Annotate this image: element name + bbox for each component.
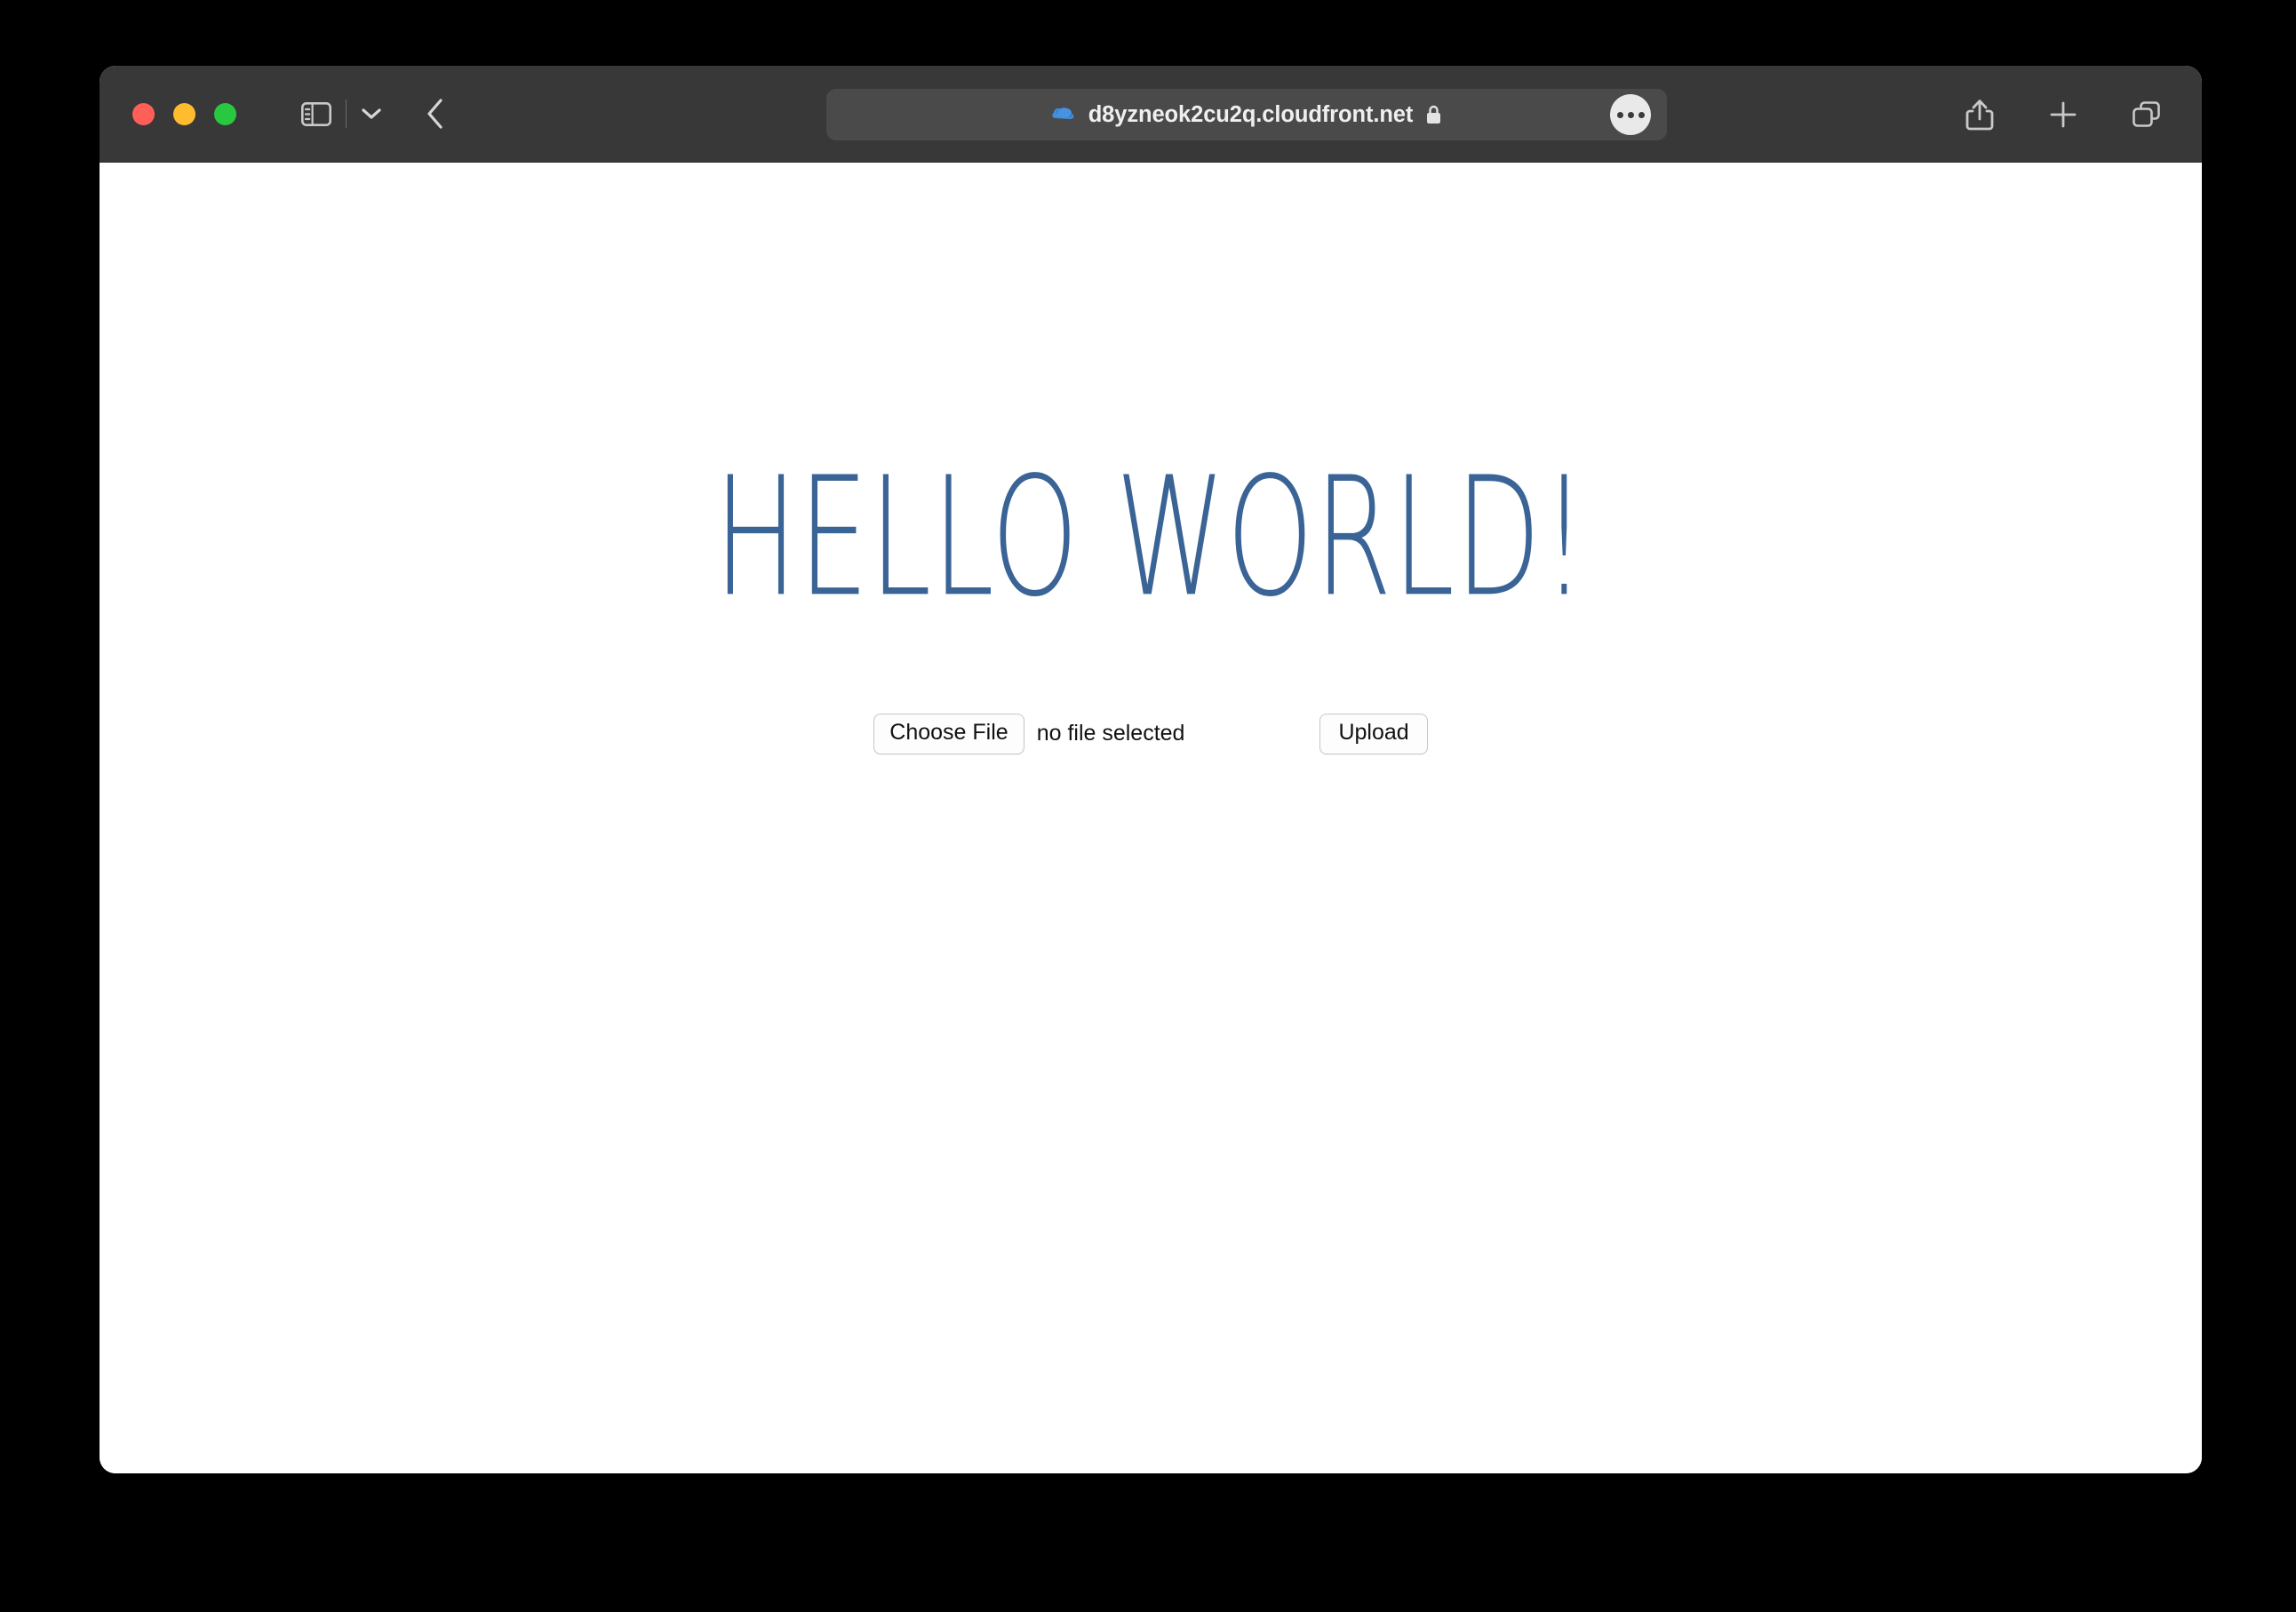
window-controls bbox=[132, 102, 236, 125]
ellipsis-dot bbox=[1627, 111, 1634, 118]
page-title: HELLO WORLD! bbox=[714, 443, 1588, 634]
maximize-window-button[interactable] bbox=[214, 102, 236, 125]
address-bar-content: d8yzneok2cu2q.cloudfront.net bbox=[1050, 102, 1444, 128]
file-input[interactable]: Choose File no file selected bbox=[873, 714, 1184, 754]
toolbar-right-actions bbox=[1957, 66, 2170, 163]
file-status-text: no file selected bbox=[1036, 721, 1185, 746]
minimize-window-button[interactable] bbox=[173, 102, 195, 125]
browser-window: d8yzneok2cu2q.cloudfront.net HELLO WORLD… bbox=[100, 66, 2202, 1473]
cloudfront-favicon bbox=[1051, 107, 1074, 119]
upload-button[interactable]: Upload bbox=[1319, 714, 1428, 754]
toolbar-divider bbox=[346, 100, 347, 128]
upload-form: Choose File no file selected Upload bbox=[100, 714, 2202, 754]
tab-overview-icon[interactable] bbox=[2124, 92, 2170, 138]
page-menu-button[interactable] bbox=[1610, 94, 1651, 135]
lock-icon bbox=[1427, 105, 1441, 124]
plus-icon[interactable] bbox=[2040, 92, 2086, 138]
back-button[interactable] bbox=[411, 90, 460, 138]
address-bar[interactable]: d8yzneok2cu2q.cloudfront.net bbox=[826, 89, 1667, 140]
choose-file-button[interactable]: Choose File bbox=[873, 714, 1024, 754]
page-content: HELLO WORLD! Choose File no file selecte… bbox=[100, 163, 2202, 1473]
sidebar-icon[interactable] bbox=[292, 90, 340, 138]
chevron-down-icon[interactable] bbox=[352, 90, 391, 138]
share-icon[interactable] bbox=[1957, 92, 2003, 138]
ellipsis-dot bbox=[1638, 111, 1645, 118]
close-window-button[interactable] bbox=[132, 102, 155, 125]
browser-toolbar: d8yzneok2cu2q.cloudfront.net bbox=[100, 66, 2202, 163]
ellipsis-dot bbox=[1616, 111, 1623, 118]
navigation-controls bbox=[292, 90, 460, 138]
address-bar-url: d8yzneok2cu2q.cloudfront.net bbox=[1088, 101, 1414, 127]
